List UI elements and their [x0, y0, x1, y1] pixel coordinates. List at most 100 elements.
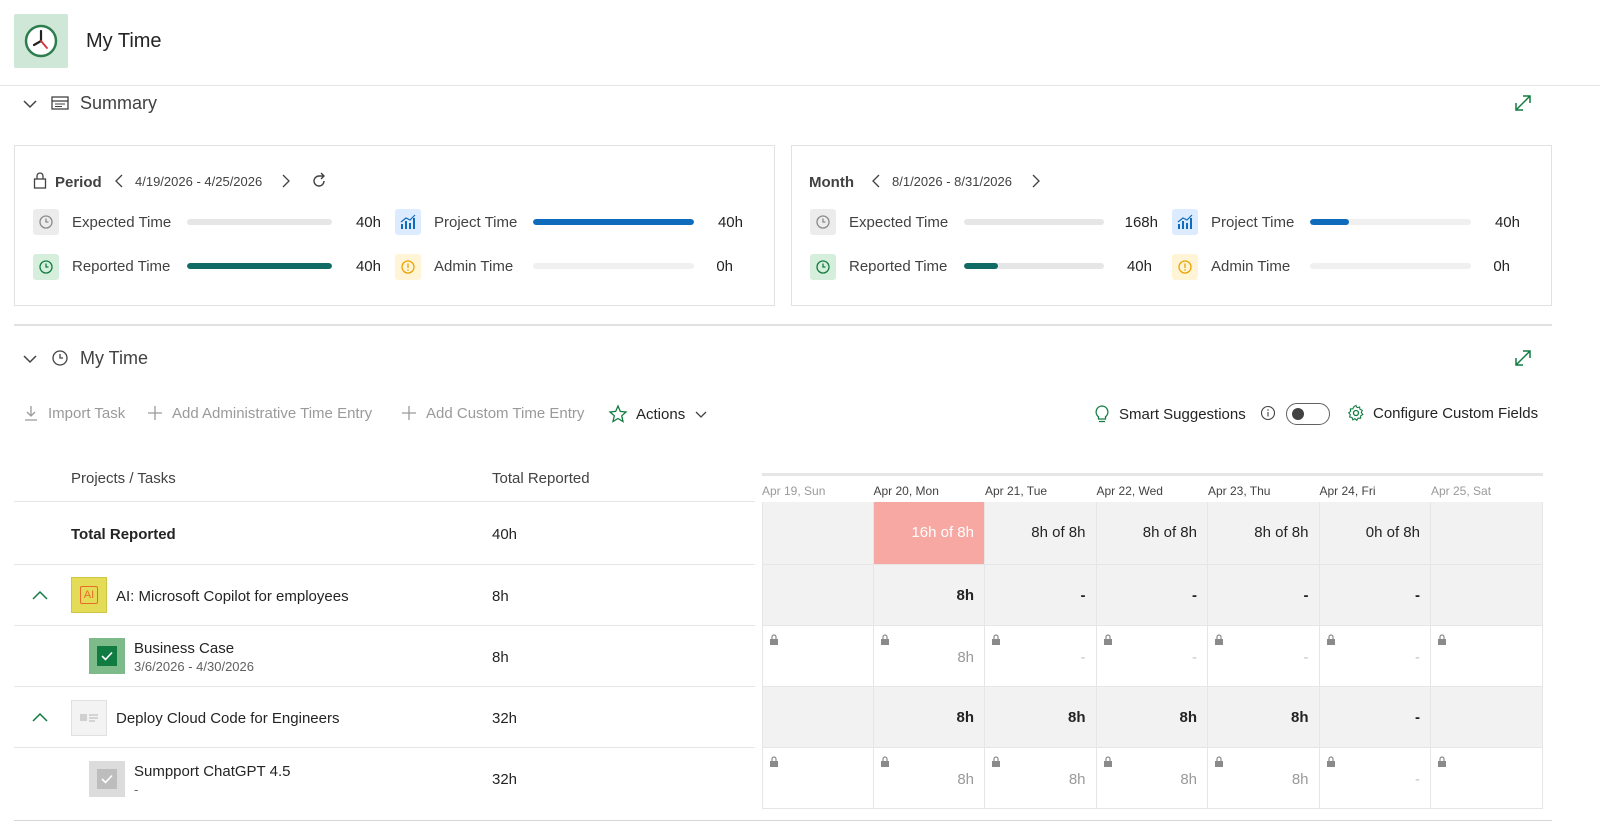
summary-cell: 8h — [985, 687, 1097, 748]
time-entry-cell[interactable]: - — [1096, 626, 1208, 687]
time-entry-cell[interactable]: 8h — [1096, 748, 1208, 809]
period-prev-chevron-icon[interactable] — [113, 173, 125, 194]
lightbulb-icon — [1095, 405, 1109, 423]
chevron-down-icon — [695, 411, 707, 418]
lock-icon — [1326, 754, 1336, 772]
header-row-line — [14, 501, 755, 502]
task1-label[interactable]: Business Case — [134, 640, 234, 657]
time-entry-cell[interactable]: 8h — [1208, 748, 1320, 809]
col-header-total-reported[interactable]: Total Reported — [492, 470, 590, 487]
summary-cell — [1431, 687, 1543, 748]
mytime-expand-icon[interactable] — [1512, 347, 1534, 374]
summary-icon — [50, 94, 70, 117]
lock-icon — [1214, 632, 1224, 650]
time-entry-cell[interactable]: 8h — [873, 748, 985, 809]
cell-value: 8h — [1180, 771, 1197, 788]
cell-value: 8h — [1290, 709, 1309, 726]
cell-value: - — [1080, 649, 1086, 666]
period-reported-label: Reported Time — [72, 258, 171, 275]
lock-icon — [1326, 632, 1336, 650]
summary-cell: - — [985, 565, 1097, 626]
row-line — [14, 747, 755, 748]
summary-expand-icon[interactable] — [1512, 92, 1534, 119]
time-entry-cell[interactable]: - — [1319, 748, 1431, 809]
col-header-projects-tasks[interactable]: Projects / Tasks — [71, 470, 176, 487]
admin-time-info-icon — [395, 254, 421, 280]
time-entry-cell[interactable] — [762, 626, 874, 687]
task2-label[interactable]: Sumpport ChatGPT 4.5 — [134, 763, 290, 780]
summary-cell: - — [1319, 565, 1431, 626]
time-entry-cell[interactable] — [762, 748, 874, 809]
plus-icon — [148, 406, 162, 420]
cell-value: - — [1303, 649, 1309, 666]
summary-cell: 0h of 8h — [1319, 502, 1431, 565]
project1-label[interactable]: AI: Microsoft Copilot for employees — [116, 588, 349, 605]
day-header-1: Apr 20, Mon — [873, 484, 939, 498]
time-entry-cell[interactable] — [1431, 748, 1543, 809]
summary-collapse-chevron-icon[interactable] — [22, 96, 38, 117]
configure-custom-fields-button[interactable]: Configure Custom Fields — [1347, 404, 1538, 422]
month-next-chevron-icon[interactable] — [1030, 173, 1042, 194]
download-icon — [25, 406, 37, 421]
summary-cell: 8h of 8h — [1208, 502, 1320, 565]
summary-cell: 8h — [873, 687, 985, 748]
month-admin-label: Admin Time — [1211, 258, 1291, 275]
refresh-icon[interactable] — [310, 172, 328, 195]
month-admin-info-icon — [1172, 254, 1198, 280]
period-next-chevron-icon[interactable] — [280, 173, 292, 194]
actions-menu-button[interactable]: Actions — [608, 404, 709, 424]
summary-cell — [1431, 565, 1543, 626]
summary-cell — [762, 687, 874, 748]
cell-value: 8h — [1067, 709, 1086, 726]
add-custom-time-button[interactable]: Add Custom Time Entry — [400, 404, 584, 422]
summary-cell — [1431, 502, 1543, 565]
summary-cell — [762, 502, 874, 565]
task-status-icon — [89, 638, 125, 674]
project2-collapse-chevron-up-icon[interactable] — [31, 710, 49, 729]
project2-label[interactable]: Deploy Cloud Code for Engineers — [116, 710, 339, 727]
cell-value: 16h of 8h — [911, 524, 974, 541]
project1-collapse-chevron-up-icon[interactable] — [31, 588, 49, 607]
lock-icon — [33, 171, 47, 194]
time-entry-cell[interactable]: - — [985, 626, 1097, 687]
month-expected-value: 168h — [1124, 214, 1158, 231]
time-entry-cell[interactable]: - — [1319, 626, 1431, 687]
month-admin-bar — [1310, 263, 1471, 269]
task2-sub: - — [134, 782, 139, 797]
mytime-title: My Time — [80, 348, 149, 368]
cell-value: 8h of 8h — [1254, 524, 1309, 541]
lock-icon — [769, 754, 779, 772]
month-expected-label: Expected Time — [849, 214, 949, 231]
period-expected-bar — [187, 219, 332, 225]
smart-info-icon[interactable] — [1260, 405, 1276, 426]
summary-cell: 8h — [1096, 687, 1208, 748]
summary-cell: 8h of 8h — [1096, 502, 1208, 565]
timeline-scroll-bar[interactable] — [762, 473, 1543, 476]
app-header — [0, 0, 1600, 86]
month-expected-bar — [964, 219, 1104, 225]
lock-icon — [769, 632, 779, 650]
time-entry-cell[interactable]: 8h — [985, 748, 1097, 809]
cell-value: 8h — [956, 709, 974, 726]
time-entry-cell[interactable] — [1431, 626, 1543, 687]
mytime-collapse-chevron-icon[interactable] — [22, 351, 38, 372]
summary-cell — [762, 565, 874, 626]
cell-value: 8h — [957, 771, 974, 788]
checkmark-icon — [97, 646, 117, 666]
month-prev-chevron-icon[interactable] — [870, 173, 882, 194]
time-entry-cell[interactable]: - — [1208, 626, 1320, 687]
add-admin-time-label: Add Administrative Time Entry — [172, 404, 373, 422]
summary-cell: - — [1096, 565, 1208, 626]
smart-suggestions-toggle[interactable] — [1286, 403, 1330, 425]
task1-date-range: 3/6/2026 - 4/30/2026 — [134, 659, 254, 674]
add-admin-time-button[interactable]: Add Administrative Time Entry — [146, 404, 372, 422]
checkmark-icon — [97, 769, 117, 789]
time-entry-cell[interactable]: 8h — [873, 626, 985, 687]
cell-value: - — [1415, 587, 1420, 604]
import-task-button[interactable]: Import Task — [22, 404, 125, 422]
summary-cell: 8h of 8h — [985, 502, 1097, 565]
expected-time-clock-icon — [33, 209, 59, 235]
month-project-label: Project Time — [1211, 214, 1295, 231]
actions-label: Actions — [636, 405, 686, 423]
summary-cell: 16h of 8h — [873, 502, 985, 565]
